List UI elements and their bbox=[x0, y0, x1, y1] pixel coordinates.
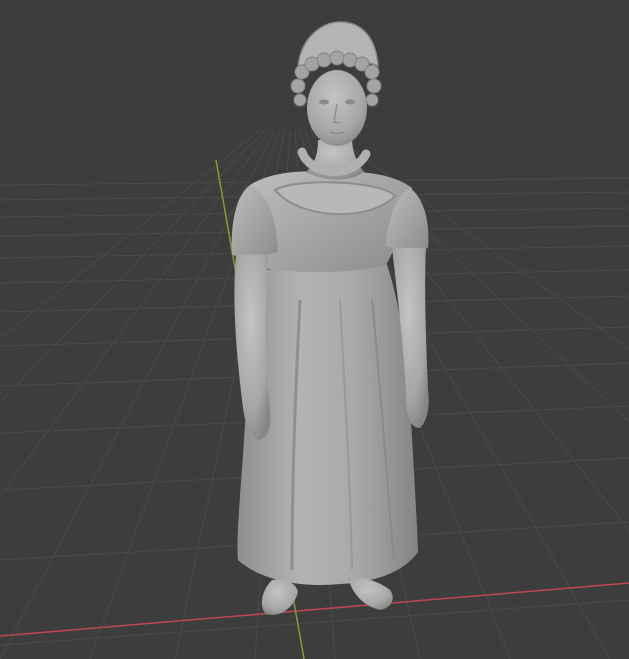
3d-viewport[interactable] bbox=[0, 0, 629, 659]
left-shoe bbox=[261, 579, 298, 615]
x-axis-line bbox=[0, 582, 629, 637]
left-eye bbox=[319, 99, 329, 105]
viewport-canvas[interactable] bbox=[0, 0, 629, 659]
right-eye bbox=[345, 99, 355, 105]
sculpted-figure[interactable] bbox=[231, 21, 429, 615]
left-arm bbox=[234, 254, 271, 440]
right-shoe bbox=[348, 577, 393, 610]
